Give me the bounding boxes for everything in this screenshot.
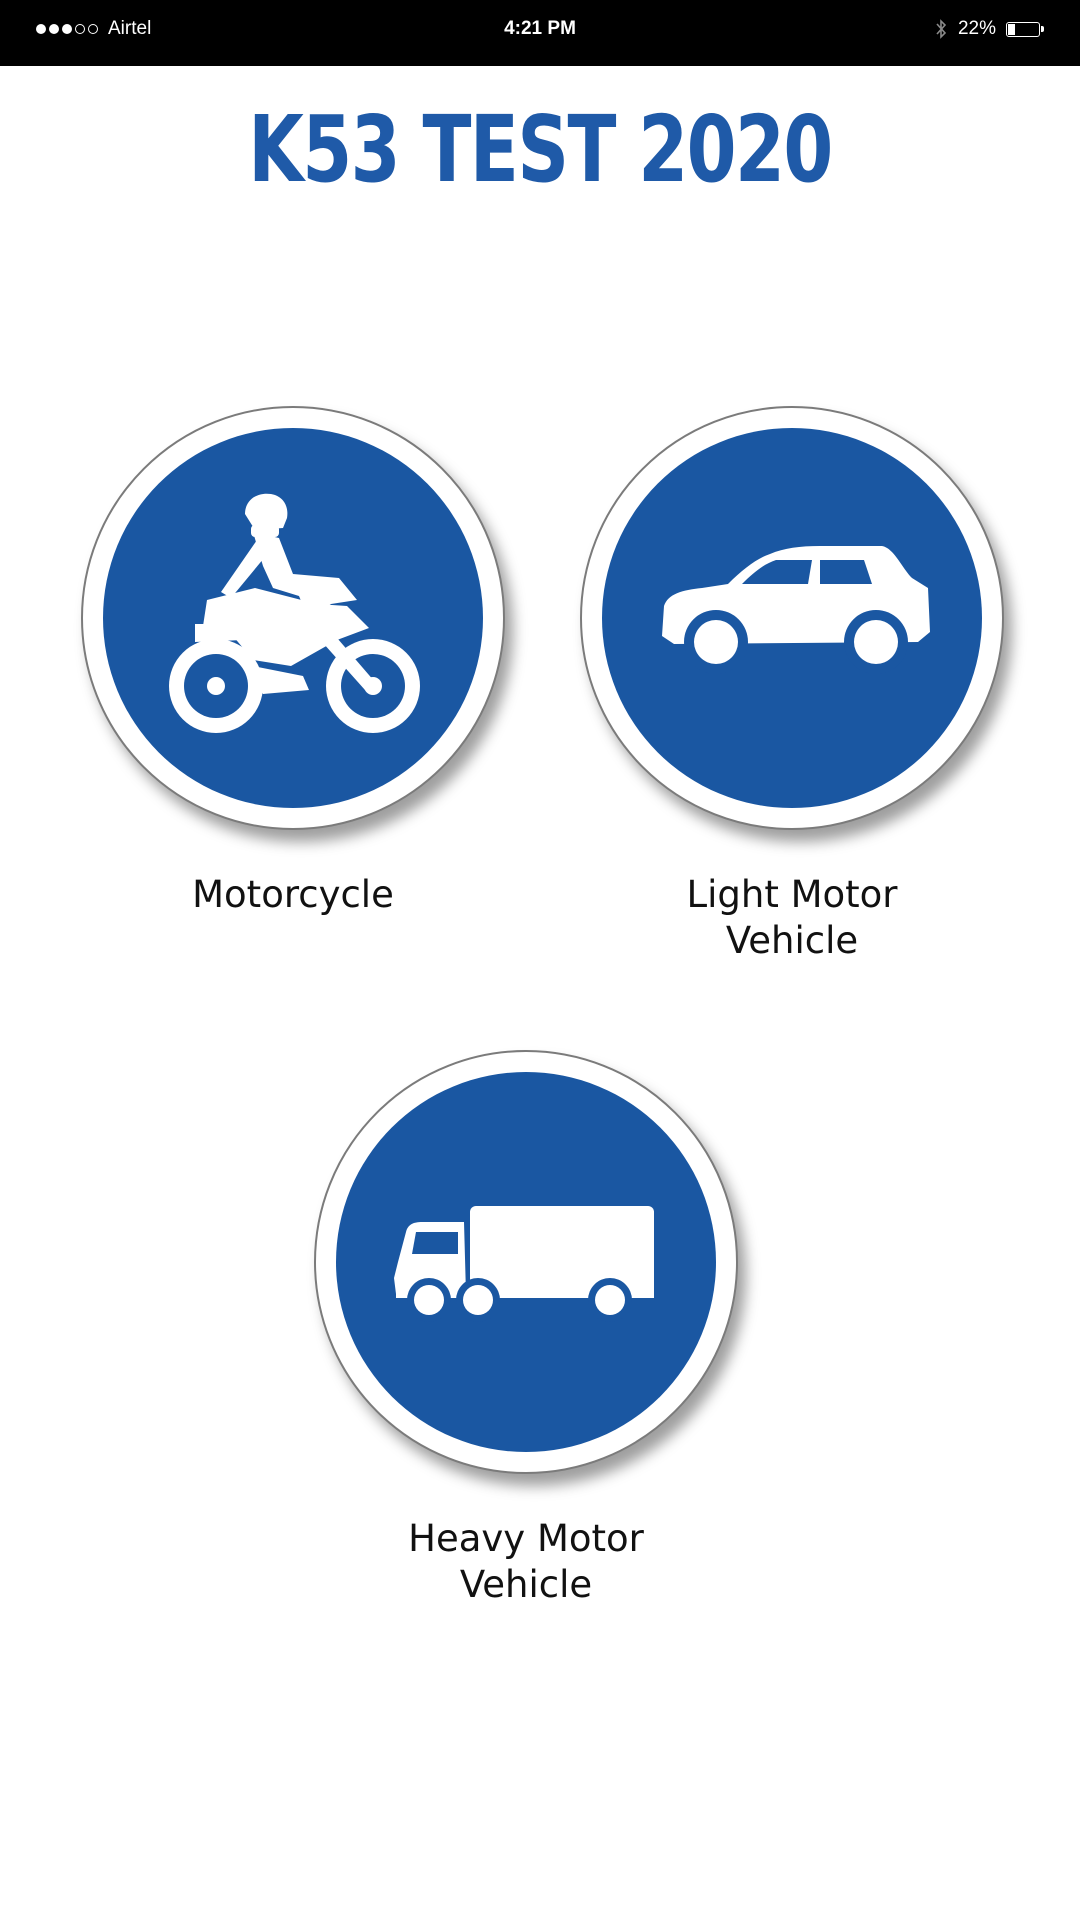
motorcycle-label[interactable]: Motorcycle: [73, 872, 513, 918]
battery-icon: [1006, 21, 1044, 37]
motorcycle-sign-button[interactable]: [81, 406, 505, 830]
status-right: 22%: [934, 18, 1044, 40]
sign-blue-disc: [103, 428, 483, 808]
page-title: K53 TEST 2020: [248, 96, 833, 203]
heavy-motor-vehicle-label[interactable]: Heavy Motor Vehicle: [306, 1516, 746, 1608]
category-heavy-motor-vehicle[interactable]: Heavy Motor Vehicle: [306, 1050, 746, 1608]
category-motorcycle[interactable]: Motorcycle: [73, 406, 513, 918]
category-light-motor-vehicle[interactable]: Light Motor Vehicle: [572, 406, 1012, 964]
sign-blue-disc: [336, 1072, 716, 1452]
heavy-motor-vehicle-sign-button[interactable]: [314, 1050, 738, 1474]
bluetooth-icon: [936, 19, 947, 39]
truck-icon: [394, 1206, 654, 1322]
sign-blue-disc: [602, 428, 982, 808]
motorcycle-icon: [169, 493, 420, 733]
battery-percent: 22%: [957, 18, 996, 39]
status-bar: Airtel 4:21 PM 22%: [0, 0, 1080, 66]
light-motor-vehicle-sign-button[interactable]: [580, 406, 1004, 830]
status-time: 4:21 PM: [504, 18, 576, 39]
car-icon: [662, 546, 930, 674]
light-motor-vehicle-label[interactable]: Light Motor Vehicle: [572, 872, 1012, 964]
